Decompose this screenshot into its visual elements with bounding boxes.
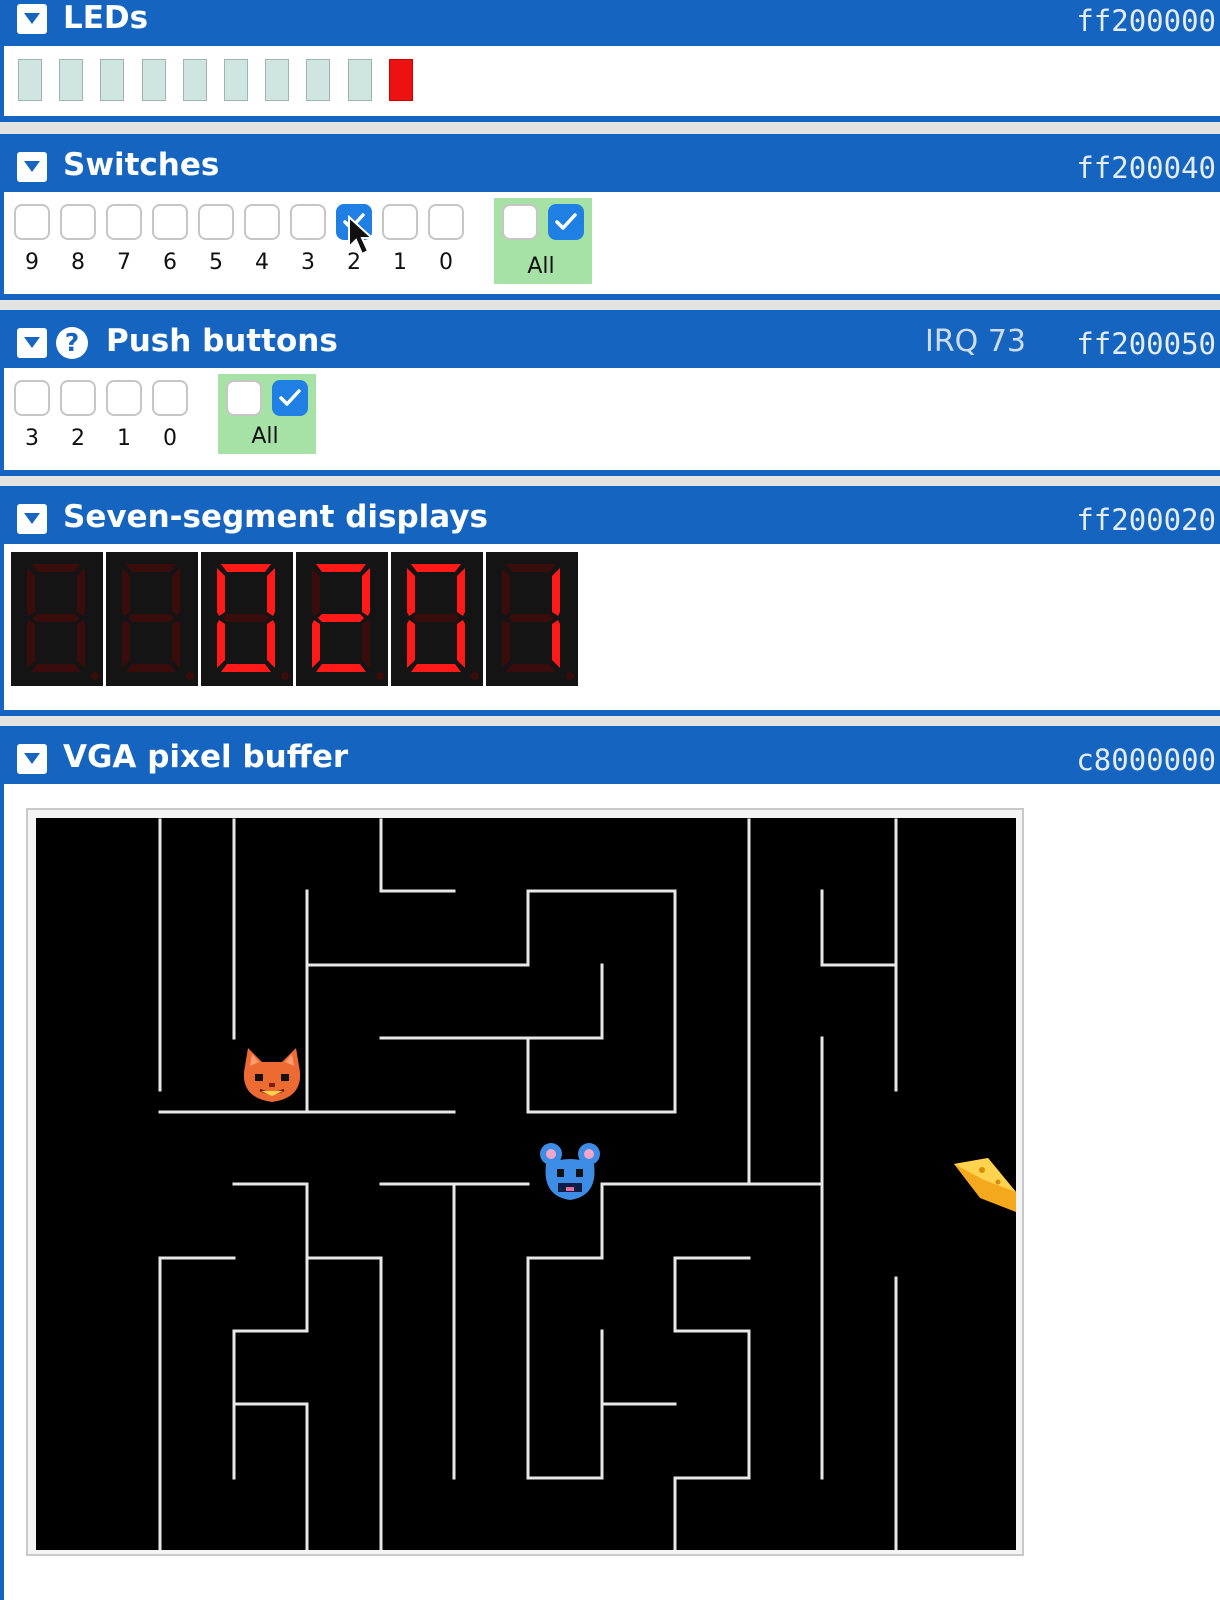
push-button-1-label: 1 xyxy=(117,426,131,451)
switch-4-checkbox[interactable] xyxy=(244,204,280,240)
switch-5-checkbox[interactable] xyxy=(198,204,234,240)
seven-segment-digit-2 xyxy=(296,552,388,686)
switch-9-label: 9 xyxy=(25,250,39,275)
push-buttons-collapse-toggle[interactable] xyxy=(17,328,47,358)
switches-all-group: All xyxy=(494,198,592,284)
leds-address: ff200000 xyxy=(1076,4,1216,38)
switches-body: 9876543210 All xyxy=(0,192,1220,300)
vga-title: VGA pixel buffer xyxy=(63,739,349,775)
led-6 xyxy=(141,59,166,101)
switch-0-label: 0 xyxy=(439,250,453,275)
seven-segment-digit-5 xyxy=(11,552,103,686)
led-2 xyxy=(306,59,331,101)
switch-4-label: 4 xyxy=(255,250,269,275)
led-7 xyxy=(100,59,125,101)
led-1 xyxy=(347,59,372,101)
push-button-3-label: 3 xyxy=(25,426,39,451)
switches-title: Switches xyxy=(63,147,220,183)
push-buttons-title: Push buttons xyxy=(106,323,338,359)
check-icon xyxy=(279,389,301,406)
switches-all-label: All xyxy=(527,254,555,279)
led-5 xyxy=(182,59,207,101)
leds-header: LEDs ff200000 xyxy=(0,0,1220,46)
led-8 xyxy=(59,59,84,101)
cursor-icon xyxy=(348,215,375,256)
push-button-2-label: 2 xyxy=(71,426,85,451)
seven-segment-digit-3 xyxy=(201,552,293,686)
vga-panel: VGA pixel buffer c8000000 xyxy=(0,726,1220,1600)
switch-3-label: 3 xyxy=(301,250,315,275)
seven-segment-body xyxy=(0,544,1220,716)
leds-collapse-toggle[interactable] xyxy=(17,4,47,34)
push-buttons-body: 3 2 1 0 All xyxy=(0,368,1220,476)
push-button-2-checkbox[interactable] xyxy=(60,380,96,416)
maze-canvas xyxy=(158,818,1016,1550)
switches-all-off-checkbox[interactable] xyxy=(502,204,538,240)
switches-panel: Switches ff200040 9876543210 All xyxy=(0,134,1220,300)
mouse-sprite xyxy=(540,1143,600,1200)
led-3 xyxy=(265,59,290,101)
vga-body xyxy=(0,784,1220,1600)
vga-collapse-toggle[interactable] xyxy=(17,744,47,774)
led-4 xyxy=(224,59,248,101)
push-button-1-checkbox[interactable] xyxy=(106,380,142,416)
vga-frame xyxy=(26,808,1024,1556)
leds-body xyxy=(0,46,1220,122)
switch-7-label: 7 xyxy=(117,250,131,275)
check-icon xyxy=(555,213,577,230)
seven-segment-collapse-toggle[interactable] xyxy=(17,504,47,534)
switch-1-checkbox[interactable] xyxy=(382,204,418,240)
push-buttons-header: ? Push buttons IRQ 73 ff200050 xyxy=(0,310,1220,368)
vga-header: VGA pixel buffer c8000000 xyxy=(0,726,1220,784)
seven-segment-header: Seven-segment displays ff200020 xyxy=(0,486,1220,544)
seven-segment-digit-4 xyxy=(106,552,198,686)
switch-9-checkbox[interactable] xyxy=(14,204,50,240)
chevron-down-icon xyxy=(24,161,40,172)
push-buttons-irq: IRQ 73 xyxy=(924,324,1026,359)
push-buttons-address: ff200050 xyxy=(1076,327,1216,361)
vga-address: c8000000 xyxy=(1076,743,1216,777)
chevron-down-icon xyxy=(24,753,40,764)
push-button-3-checkbox[interactable] xyxy=(14,380,50,416)
switch-6-checkbox[interactable] xyxy=(152,204,188,240)
switches-collapse-toggle[interactable] xyxy=(17,152,47,182)
seven-segment-title: Seven-segment displays xyxy=(63,499,488,535)
cat-sprite xyxy=(243,1048,301,1102)
leds-title: LEDs xyxy=(63,0,149,36)
switch-6-label: 6 xyxy=(163,250,177,275)
chevron-down-icon xyxy=(24,337,40,348)
seven-segment-digit-1 xyxy=(391,552,483,686)
switch-7-checkbox[interactable] xyxy=(106,204,142,240)
switches-header: Switches ff200040 xyxy=(0,134,1220,192)
vga-screen[interactable] xyxy=(36,818,1016,1550)
chevron-down-icon xyxy=(24,513,40,524)
seven-segment-digit-0 xyxy=(486,552,578,686)
led-0 xyxy=(388,59,413,101)
seven-segment-panel: Seven-segment displays ff200020 xyxy=(0,486,1220,716)
maze-walls xyxy=(158,818,898,1550)
help-icon[interactable]: ? xyxy=(56,327,88,359)
chevron-down-icon xyxy=(24,13,40,24)
switch-5-label: 5 xyxy=(209,250,223,275)
seven-segment-address: ff200020 xyxy=(1076,503,1216,537)
switch-8-checkbox[interactable] xyxy=(60,204,96,240)
push-button-0-label: 0 xyxy=(163,426,177,451)
switches-all-on-checkbox[interactable] xyxy=(548,204,584,240)
led-9 xyxy=(18,59,42,101)
push-buttons-all-off-checkbox[interactable] xyxy=(226,380,262,416)
switch-0-checkbox[interactable] xyxy=(428,204,464,240)
switch-1-label: 1 xyxy=(393,250,407,275)
switch-3-checkbox[interactable] xyxy=(290,204,326,240)
push-buttons-all-label: All xyxy=(251,424,279,449)
push-buttons-all-on-checkbox[interactable] xyxy=(272,380,308,416)
switches-address: ff200040 xyxy=(1076,151,1216,185)
push-buttons-panel: ? Push buttons IRQ 73 ff200050 3 2 1 0 All xyxy=(0,310,1220,476)
leds-panel: LEDs ff200000 xyxy=(0,0,1220,122)
push-buttons-all-group: All xyxy=(218,374,316,454)
cheese-sprite xyxy=(954,1158,1016,1212)
push-button-0-checkbox[interactable] xyxy=(152,380,188,416)
switch-8-label: 8 xyxy=(71,250,85,275)
